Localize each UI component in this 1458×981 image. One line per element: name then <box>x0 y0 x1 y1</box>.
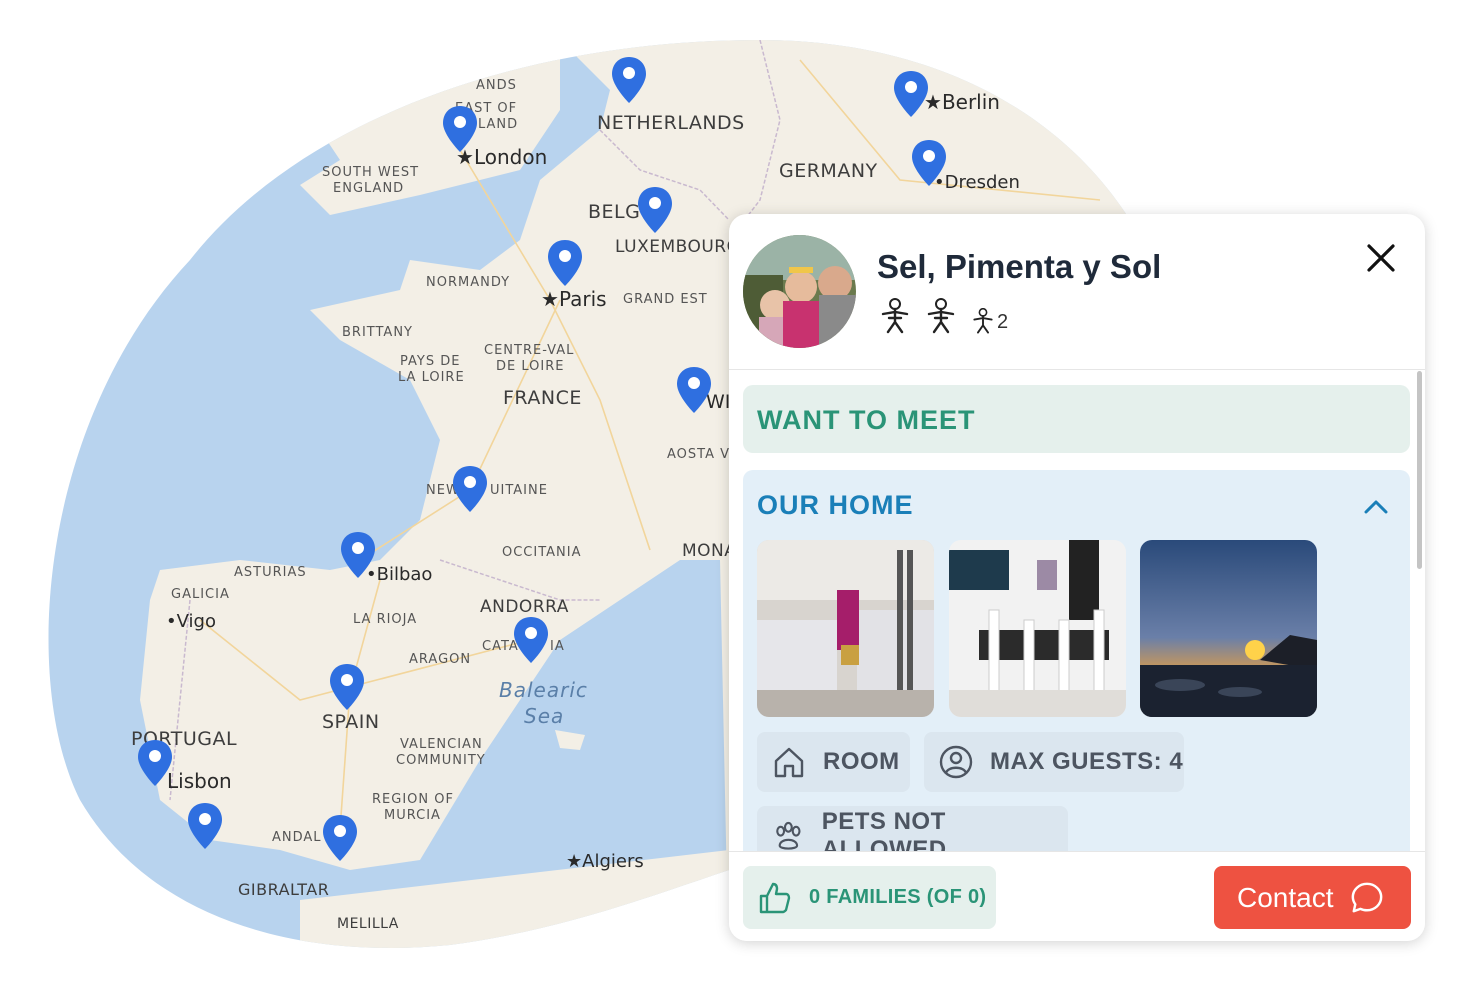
adult-icon <box>927 298 955 334</box>
contact-button[interactable]: Contact <box>1214 866 1411 929</box>
region-label: ENGLAND <box>333 181 405 196</box>
card-footer: 0 FAMILIES (OF 0) Contact <box>729 851 1425 941</box>
map-pin-icon[interactable] <box>637 186 673 234</box>
user-circle-icon <box>939 745 973 779</box>
want-to-meet-section[interactable]: WANT TO MEET <box>743 385 1410 453</box>
family-members: 2 <box>879 298 1008 334</box>
map-pin-icon[interactable] <box>340 531 376 579</box>
region-label: LA RIOJA <box>353 612 418 627</box>
map-pin-icon[interactable] <box>329 663 365 711</box>
home-photo-sunset[interactable] <box>1140 540 1317 717</box>
map-pin-icon[interactable] <box>322 814 358 862</box>
thumbs-up-icon <box>759 882 791 913</box>
paw-icon <box>776 821 801 850</box>
family-card: Sel, Pimenta y Sol 2 WANT TO MEET OUR HO… <box>729 214 1425 941</box>
country-label: BELG <box>588 201 641 223</box>
country-label: ANDORRA <box>480 597 569 617</box>
home-photo-bedroom[interactable] <box>757 540 934 717</box>
our-home-title: OUR HOME <box>757 490 914 520</box>
home-photo-dining[interactable] <box>949 540 1126 717</box>
our-home-section: OUR HOME ROOM MAX GUESTS: 4 PETS NOT ALL… <box>743 470 1410 851</box>
region-label: REGION OF <box>372 792 454 807</box>
chat-bubble-icon <box>1351 882 1382 912</box>
region-label: COMMUNITY <box>396 753 486 768</box>
map-pin-icon[interactable] <box>513 616 549 664</box>
region-label: IA <box>550 639 565 654</box>
region-label: DE LOIRE <box>496 359 565 374</box>
map-pin-icon[interactable] <box>547 239 583 287</box>
map-pin-icon[interactable] <box>911 139 947 187</box>
region-label: PAYS DE <box>400 354 461 369</box>
region-label: LAND <box>478 117 519 132</box>
region-label: CENTRE-VAL <box>484 343 575 358</box>
region-label: MURCIA <box>384 808 441 823</box>
country-label: GERMANY <box>779 160 878 182</box>
country-label: MELILLA <box>337 916 399 932</box>
want-to-meet-title: WANT TO MEET <box>757 405 976 435</box>
country-label: LUXEMBOURG <box>615 237 741 257</box>
region-label: ANDS <box>476 78 517 93</box>
region-label: LA LOIRE <box>398 370 465 385</box>
sea-label: Sea <box>524 704 565 728</box>
region-label: ANDAL <box>272 830 322 845</box>
family-name: Sel, Pimenta y Sol <box>877 248 1162 285</box>
chevron-up-icon[interactable] <box>1361 492 1391 522</box>
adult-icon <box>881 298 909 334</box>
country-label: FRANCE <box>503 387 582 409</box>
home-icon <box>774 747 804 778</box>
region-label: ASTURIAS <box>234 565 307 580</box>
sea-label: Balearic <box>499 678 588 702</box>
region-label: BRITTANY <box>342 325 413 340</box>
child-icon <box>973 308 993 334</box>
region-label: ARAGON <box>409 652 472 667</box>
map-pin-icon[interactable] <box>452 465 488 513</box>
map-pin-icon[interactable] <box>611 56 647 104</box>
map-pin-icon[interactable] <box>187 802 223 850</box>
families-like-button[interactable]: 0 FAMILIES (OF 0) <box>743 866 996 929</box>
card-header: Sel, Pimenta y Sol 2 <box>729 214 1425 370</box>
card-scroll-area[interactable]: WANT TO MEET OUR HOME ROOM MAX GUESTS: 4… <box>729 370 1425 851</box>
region-label: UITAINE <box>490 483 548 498</box>
pets-tag: PETS NOT ALLOWED <box>757 806 1068 851</box>
avatar[interactable] <box>743 235 856 348</box>
city-label: ★Algiers <box>566 851 644 872</box>
country-label: NETHERLANDS <box>597 112 745 134</box>
region-label: GALICIA <box>171 587 230 602</box>
region-label: GRAND EST <box>623 292 708 307</box>
country-label: SPAIN <box>322 711 380 733</box>
scrollbar[interactable] <box>1417 371 1422 569</box>
city-label: •Vigo <box>166 611 216 632</box>
children-count: 2 <box>997 311 1009 333</box>
city-label: ★Paris <box>541 287 607 311</box>
map-pin-icon[interactable] <box>676 366 712 414</box>
room-type-tag: ROOM <box>757 732 910 792</box>
country-label: GIBRALTAR <box>238 880 330 899</box>
max-guests-tag: MAX GUESTS: 4 <box>924 732 1184 792</box>
region-label: OCCITANIA <box>502 545 582 560</box>
city-label: Lisbon <box>167 769 232 793</box>
region-label: NORMANDY <box>426 275 511 290</box>
map-pin-icon[interactable] <box>137 739 173 787</box>
region-label: SOUTH WEST <box>322 165 420 180</box>
close-icon[interactable] <box>1361 238 1401 278</box>
map-pin-icon[interactable] <box>893 70 929 118</box>
city-label: ★Berlin <box>924 90 1000 114</box>
map-pin-icon[interactable] <box>442 105 478 153</box>
region-label: AOSTA V <box>667 447 730 462</box>
region-label: VALENCIAN <box>400 737 483 752</box>
